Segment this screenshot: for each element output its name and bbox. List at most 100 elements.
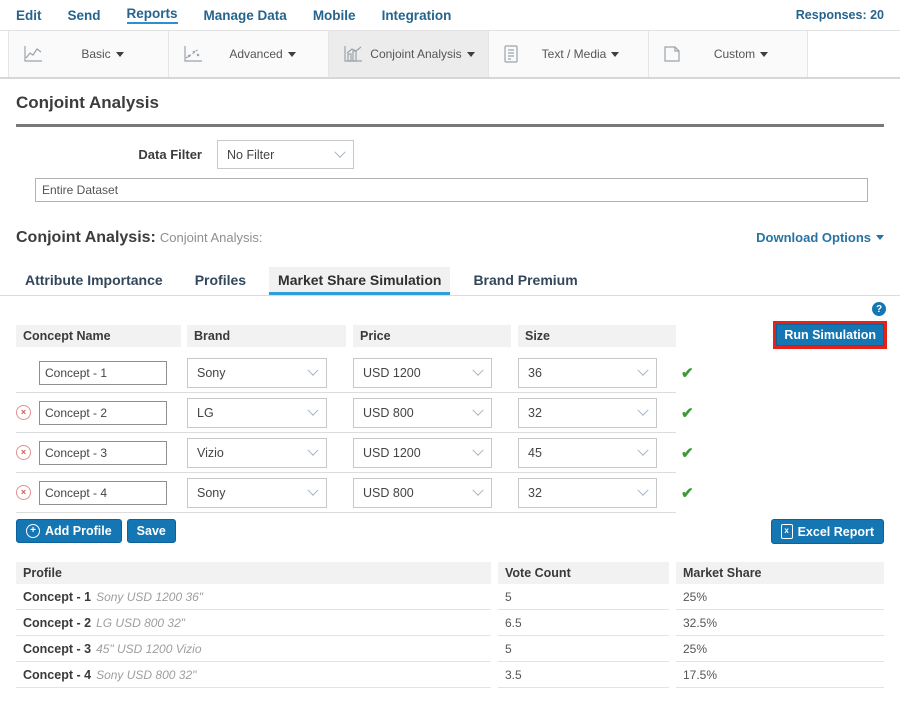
delete-row-icon[interactable]: × [16,405,31,420]
report-tabs: Attribute Importance Profiles Market Share… [0,267,900,296]
tab-attribute-importance[interactable]: Attribute Importance [16,267,172,295]
simulation-header: Concept NameBrandPriceSize [16,325,884,347]
market-share-cell: 25% [676,636,884,662]
size-select[interactable]: 36 [518,358,657,388]
delete-slot: × [16,485,39,500]
nav-item-mobile[interactable]: Mobile [313,8,356,23]
price-select[interactable]: USD 800 [353,398,492,428]
line-chart-icon [23,45,43,63]
size-select[interactable]: 32 [518,478,657,508]
toolbar-tab-conjoint-analysis[interactable]: Conjoint Analysis [328,31,488,77]
results-table: ProfileVote CountMarket Share Concept - … [16,562,884,688]
brand-select-value: Sony [197,366,226,380]
tab-profiles[interactable]: Profiles [186,267,255,295]
profile-cell: Concept - 1Sony USD 1200 36" [16,584,491,610]
run-simulation-button[interactable]: Run Simulation [776,324,884,346]
document-text-icon [503,45,519,63]
toolbar-tab-basic[interactable]: Basic [8,31,168,77]
profile-cell: Concept - 345" USD 1200 Vizio [16,636,491,662]
results-header: ProfileVote CountMarket Share [16,562,884,584]
caret-down-icon [467,52,475,57]
brand-select-value: Vizio [197,446,224,460]
concept-name-input[interactable] [39,401,167,425]
download-options-button[interactable]: Download Options [756,230,884,245]
valid-check-icon: ✔ [681,364,694,382]
brand-select[interactable]: LG [187,398,327,428]
results-column-header-market-share: Market Share [676,562,884,584]
chevron-down-icon [472,444,483,455]
size-select-value: 32 [528,486,542,500]
tab-market-share-simulation[interactable]: Market Share Simulation [269,267,450,295]
save-button[interactable]: Save [127,519,176,543]
chevron-down-icon [637,444,648,455]
market-share-cell: 32.5% [676,610,884,636]
nav-item-integration[interactable]: Integration [382,8,452,23]
bar-line-chart-icon [343,45,363,63]
price-select-value: USD 1200 [363,446,421,460]
dataset-input[interactable] [35,178,868,202]
brand-select-value: Sony [197,486,226,500]
size-select[interactable]: 32 [518,398,657,428]
add-profile-button[interactable]: + Add Profile [16,519,122,543]
profile-name: Concept - 1 [23,590,91,604]
price-select-value: USD 800 [363,406,414,420]
vote-count-cell: 3.5 [498,662,669,688]
profile-description: 45" USD 1200 Vizio [96,642,201,656]
concept-name-input[interactable] [39,441,167,465]
help-row: ? [0,302,900,320]
scatter-chart-icon [183,45,203,63]
delete-row-icon[interactable]: × [16,485,31,500]
nav-item-send[interactable]: Send [68,8,101,23]
section-divider [16,124,884,127]
price-select[interactable]: USD 1200 [353,438,492,468]
profile-name: Concept - 4 [23,668,91,682]
data-filter-value: No Filter [227,148,274,162]
price-select[interactable]: USD 1200 [353,358,492,388]
report-toolbar: Basic Advanced Conjoint Analysis Text / Med… [0,31,900,79]
size-select[interactable]: 45 [518,438,657,468]
tab-brand-premium[interactable]: Brand Premium [464,267,586,295]
brand-select[interactable]: Sony [187,358,327,388]
price-select-value: USD 1200 [363,366,421,380]
delete-slot: × [16,445,39,460]
market-share-cell: 17.5% [676,662,884,688]
size-select-value: 32 [528,406,542,420]
price-select[interactable]: USD 800 [353,478,492,508]
toolbar-tab-label: Conjoint Analysis [370,47,461,61]
toolbar-tab-custom[interactable]: Custom [648,31,808,77]
help-icon[interactable]: ? [872,302,886,316]
sim-column-header-brand: Brand [187,325,346,347]
concept-name-input[interactable] [39,481,167,505]
toolbar-tab-text-media[interactable]: Text / Media [488,31,648,77]
size-select-value: 36 [528,366,542,380]
caret-down-icon [876,235,884,240]
excel-report-button[interactable]: x Excel Report [771,519,884,544]
market-share-cell: 25% [676,584,884,610]
chevron-down-icon [637,484,648,495]
chevron-down-icon [637,404,648,415]
toolbar-tab-label: Basic [81,47,110,61]
profile-name: Concept - 2 [23,616,91,630]
nav-item-reports[interactable]: Reports [127,6,178,24]
brand-select-value: LG [197,406,214,420]
chevron-down-icon [472,484,483,495]
nav-item-edit[interactable]: Edit [16,8,42,23]
brand-select[interactable]: Vizio [187,438,327,468]
data-filter-select[interactable]: No Filter [217,140,354,169]
sim-row-concept-4: ×SonyUSD 80032✔ [16,473,676,513]
toolbar-tab-label: Text / Media [542,47,607,61]
nav-item-manage-data[interactable]: Manage Data [204,8,287,23]
toolbar-tab-advanced[interactable]: Advanced [168,31,328,77]
results-row-concept-3: Concept - 345" USD 1200 Vizio525% [16,636,884,662]
delete-row-icon[interactable]: × [16,445,31,460]
results-column-header-profile: Profile [16,562,491,584]
section-title: Conjoint Analysis: [16,229,156,246]
caret-down-icon [760,52,768,57]
caret-down-icon [116,52,124,57]
sim-column-header-concept-name: Concept Name [16,325,181,347]
valid-check-icon: ✔ [681,484,694,502]
page-title: Conjoint Analysis [16,93,884,113]
chevron-down-icon [334,146,345,157]
brand-select[interactable]: Sony [187,478,327,508]
concept-name-input[interactable] [39,361,167,385]
